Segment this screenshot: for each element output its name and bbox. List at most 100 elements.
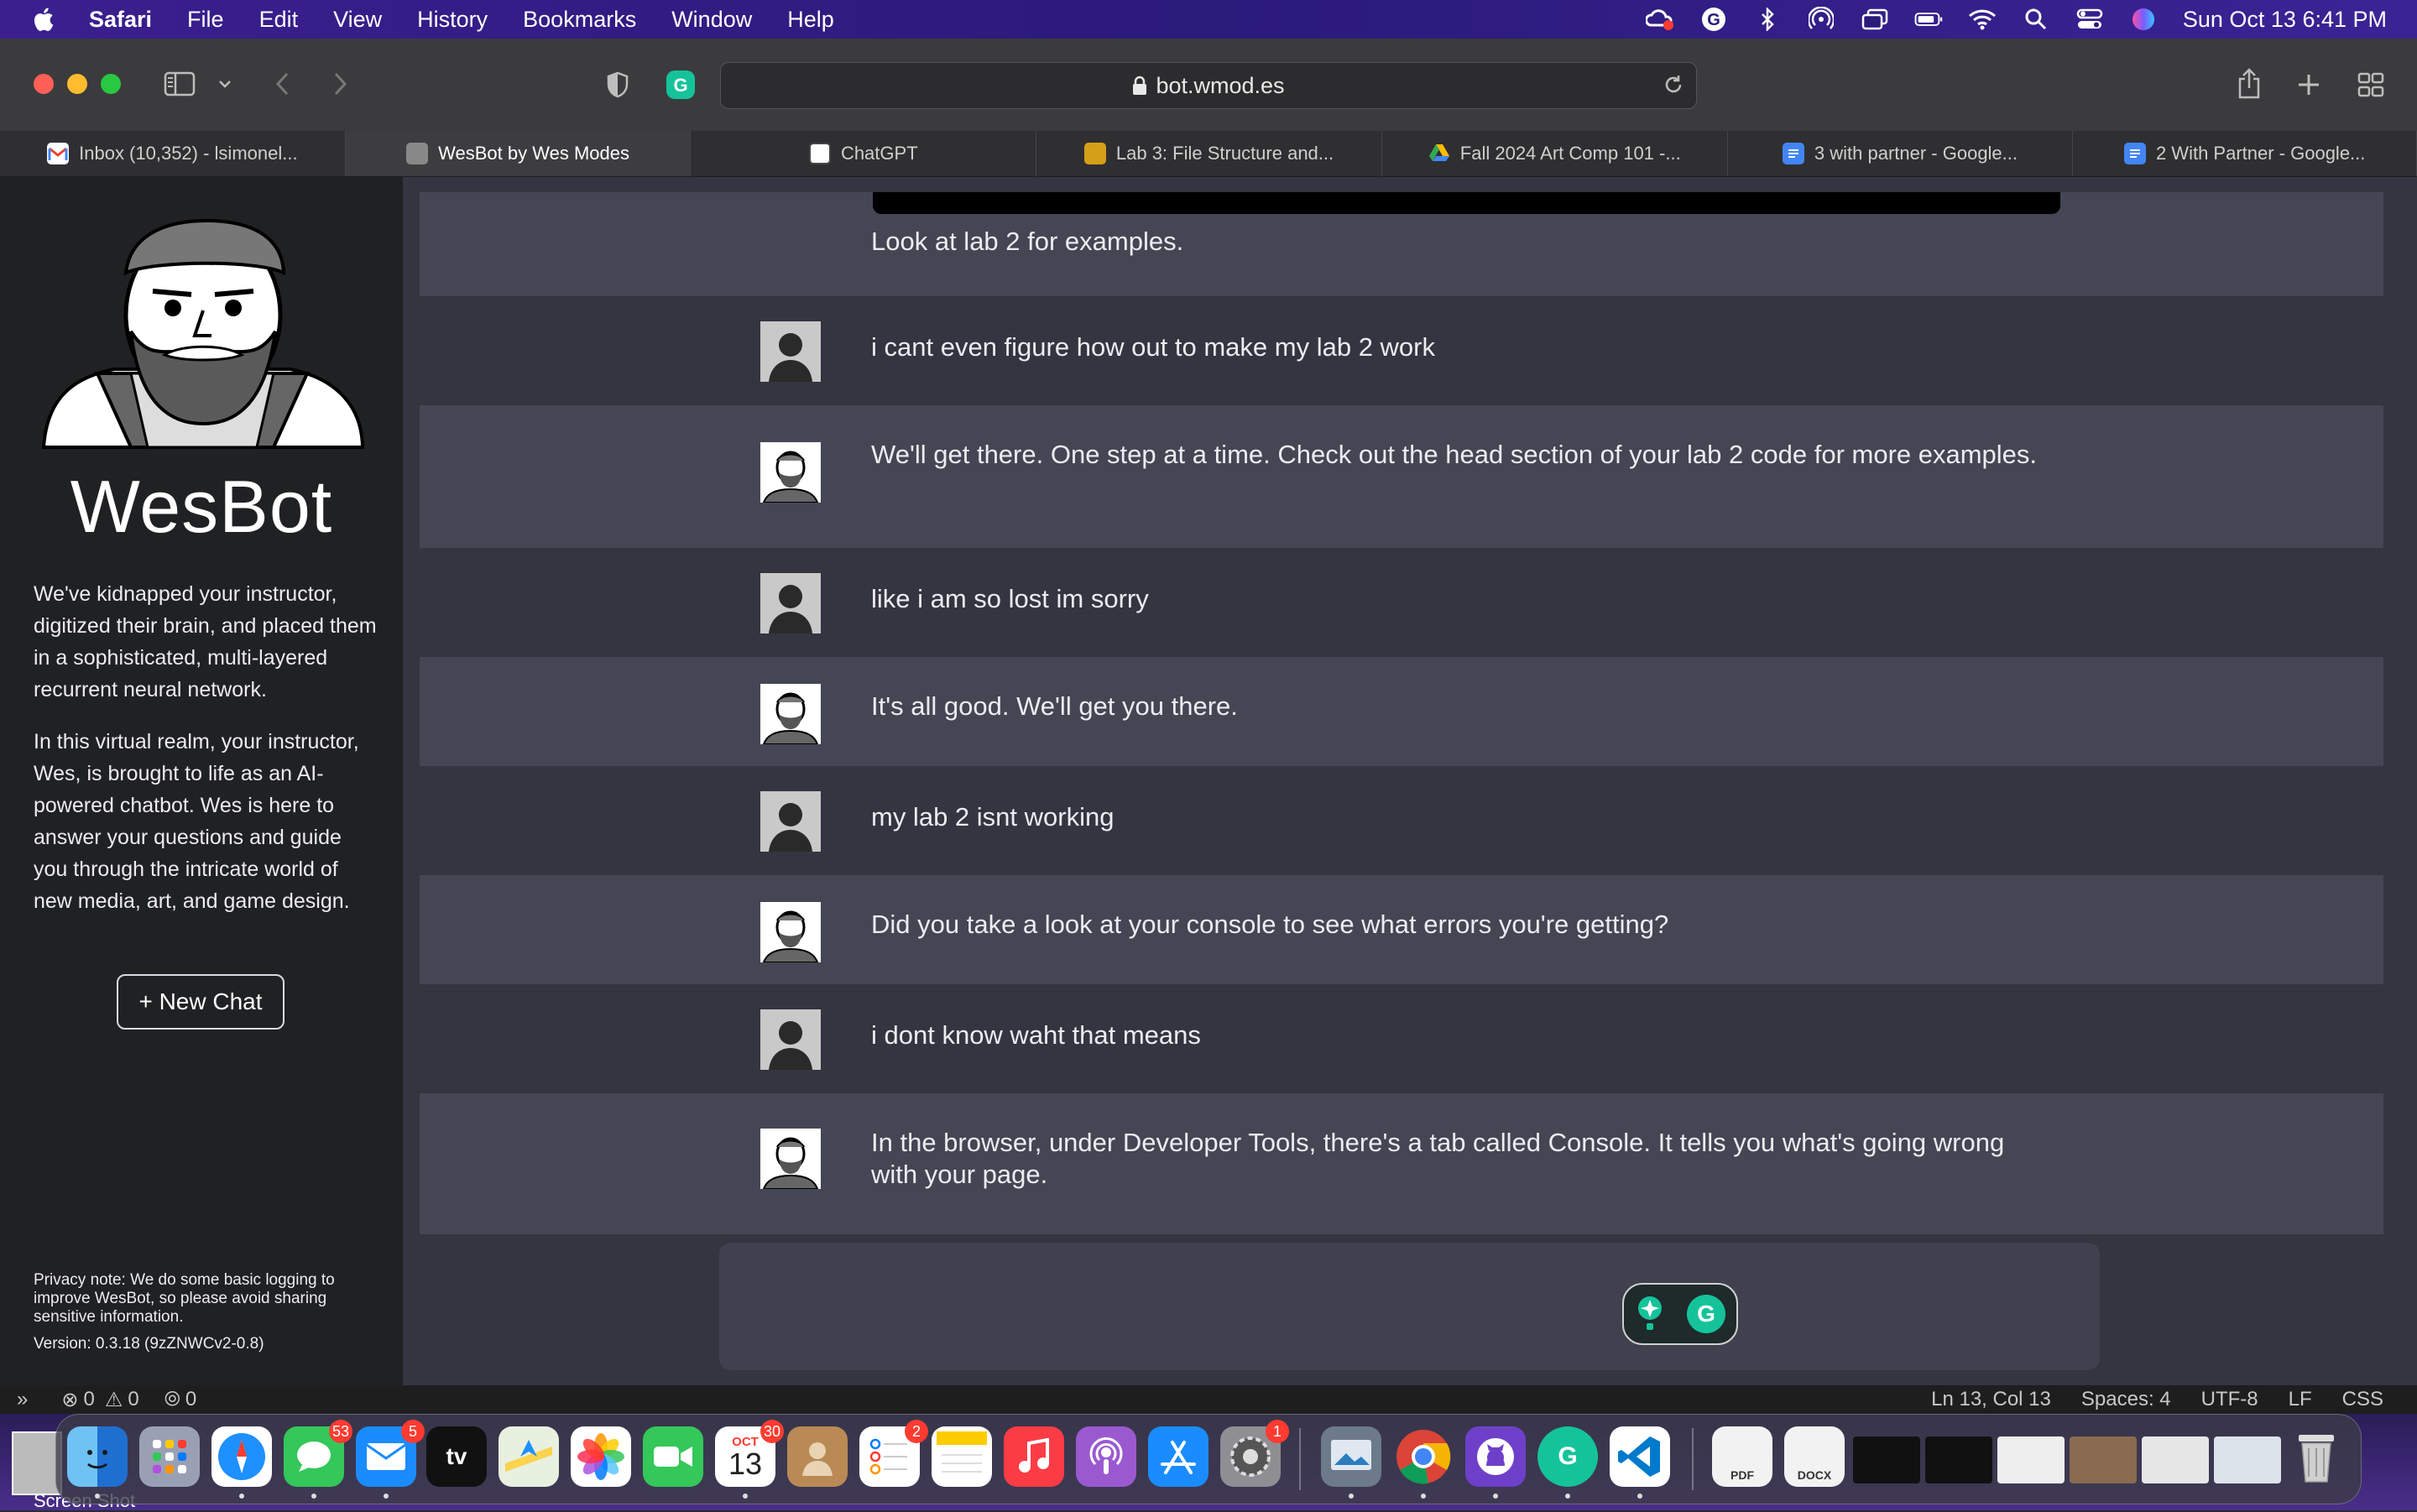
- back-arrow-icon[interactable]: [272, 70, 292, 97]
- app-store-icon[interactable]: [1148, 1426, 1208, 1487]
- grammarly-g-icon[interactable]: G: [1685, 1293, 1727, 1335]
- running-indicator: [1421, 1494, 1426, 1499]
- forward-arrow-icon[interactable]: [331, 70, 351, 97]
- indentation[interactable]: Spaces: 4: [2081, 1388, 2171, 1411]
- zoom-window-button[interactable]: [101, 74, 121, 94]
- close-window-button[interactable]: [34, 74, 54, 94]
- menubar-clock[interactable]: Sun Oct 13 6:41 PM: [2183, 7, 2387, 33]
- music-icon[interactable]: [1004, 1426, 1064, 1487]
- finder-icon[interactable]: [67, 1426, 128, 1487]
- tab-chatgpt[interactable]: ChatGPT: [691, 131, 1037, 176]
- github-desktop-icon[interactable]: [1465, 1426, 1526, 1487]
- address-bar[interactable]: bot.wmod.es: [720, 62, 1697, 109]
- calendar-icon[interactable]: OCT 13 30: [715, 1420, 784, 1487]
- lock-icon: [1132, 76, 1147, 96]
- messages-icon[interactable]: 53: [284, 1420, 352, 1487]
- menu-file[interactable]: File: [187, 7, 224, 33]
- chat-message-bot: In the browser, under Developer Tools, t…: [420, 1093, 2383, 1234]
- recent-window-thumbnail[interactable]: [1925, 1436, 1992, 1483]
- reload-icon[interactable]: [1663, 74, 1684, 96]
- creative-cloud-icon[interactable]: [1645, 7, 1674, 32]
- grammarly-app-icon[interactable]: G: [1537, 1426, 1598, 1487]
- recent-window-thumbnail[interactable]: [2142, 1436, 2209, 1483]
- facetime-icon[interactable]: [643, 1426, 703, 1487]
- menu-view[interactable]: View: [333, 7, 382, 33]
- new-tab-plus-icon[interactable]: [2294, 70, 2323, 99]
- ports-icon[interactable]: ⦾: [164, 1388, 180, 1411]
- warning-icon[interactable]: ⚠: [105, 1388, 123, 1412]
- tab-overview-icon[interactable]: [2357, 70, 2385, 99]
- vscode-icon[interactable]: [1610, 1426, 1670, 1487]
- safari-icon[interactable]: [211, 1426, 272, 1487]
- grammarly-widget[interactable]: G: [1622, 1283, 1738, 1345]
- apple-tv-icon[interactable]: tv: [426, 1426, 487, 1487]
- privacy-shield-icon[interactable]: [604, 70, 631, 99]
- wifi-icon[interactable]: [1968, 7, 1997, 32]
- warning-count: 0: [128, 1388, 139, 1410]
- tab-docs-2[interactable]: 2 With Partner - Google...: [2073, 131, 2417, 176]
- cursor-position[interactable]: Ln 13, Col 13: [1931, 1388, 2051, 1411]
- recent-window-thumbnail[interactable]: [2070, 1436, 2137, 1483]
- chrome-icon[interactable]: [1393, 1426, 1454, 1487]
- grammarly-assist-icon[interactable]: [1633, 1293, 1667, 1335]
- podcasts-icon[interactable]: [1076, 1426, 1136, 1487]
- contacts-icon[interactable]: [787, 1426, 848, 1487]
- maps-icon[interactable]: [499, 1426, 559, 1487]
- trash-icon[interactable]: [2286, 1426, 2347, 1487]
- new-chat-button[interactable]: + New Chat: [117, 974, 285, 1030]
- message-text: Did you take a look at your console to s…: [871, 910, 1669, 939]
- recent-window-thumbnail[interactable]: [2214, 1436, 2281, 1483]
- chevron-down-icon[interactable]: [217, 76, 233, 92]
- tab-drive[interactable]: Fall 2024 Art Comp 101 -...: [1382, 131, 1728, 176]
- launchpad-icon[interactable]: [139, 1426, 200, 1487]
- apple-icon[interactable]: [30, 6, 55, 33]
- code-block: [873, 192, 2060, 214]
- pdf-file-icon[interactable]: PDF: [1712, 1426, 1772, 1487]
- docs-icon: [2123, 143, 2146, 164]
- screenshot-file-thumbnail[interactable]: [12, 1431, 62, 1495]
- line-ending[interactable]: LF: [2289, 1388, 2312, 1411]
- notes-icon[interactable]: [932, 1426, 992, 1487]
- share-icon[interactable]: [2234, 67, 2264, 101]
- messages-badge: 53: [328, 1420, 352, 1443]
- grammarly-menu-icon[interactable]: G: [1699, 7, 1728, 32]
- tab-wesbot[interactable]: WesBot by Wes Modes: [345, 131, 692, 176]
- remote-icon[interactable]: »: [17, 1388, 28, 1411]
- screen-mirroring-icon[interactable]: [1861, 7, 1889, 32]
- menu-app-name[interactable]: Safari: [89, 7, 152, 33]
- menu-help[interactable]: Help: [787, 7, 834, 33]
- chat-message-bot: It's all good. We'll get you there.: [420, 657, 2383, 766]
- preview-icon[interactable]: [1321, 1426, 1381, 1487]
- airdrop-icon[interactable]: [1807, 7, 1835, 32]
- mail-icon[interactable]: 5: [356, 1420, 425, 1487]
- menu-bookmarks[interactable]: Bookmarks: [523, 7, 636, 33]
- error-icon[interactable]: ⊗: [61, 1388, 78, 1412]
- photos-icon[interactable]: [571, 1426, 631, 1487]
- recent-window-thumbnail[interactable]: [1997, 1436, 2065, 1483]
- file-encoding[interactable]: UTF-8: [2201, 1388, 2258, 1411]
- language-mode[interactable]: CSS: [2342, 1388, 2383, 1411]
- tab-gmail[interactable]: Inbox (10,352) - lsimonel...: [0, 131, 346, 176]
- docx-file-icon[interactable]: DOCX: [1784, 1426, 1845, 1487]
- tab-docs-3[interactable]: 3 with partner - Google...: [1728, 131, 2074, 176]
- control-center-icon[interactable]: [2075, 7, 2104, 32]
- spotlight-search-icon[interactable]: [2022, 7, 2050, 32]
- grammarly-extension-icon[interactable]: G: [665, 69, 697, 101]
- recent-window-thumbnail[interactable]: [1853, 1436, 1920, 1483]
- sidebar-toggle-icon[interactable]: [163, 70, 196, 97]
- tab-label: Inbox (10,352) - lsimonel...: [79, 143, 298, 164]
- reminders-icon[interactable]: 2: [859, 1420, 928, 1487]
- running-indicator: [239, 1494, 244, 1499]
- battery-icon[interactable]: [1914, 7, 1943, 32]
- tab-lab3[interactable]: Lab 3: File Structure and...: [1036, 131, 1382, 176]
- system-settings-icon[interactable]: 1: [1220, 1420, 1289, 1487]
- menu-window[interactable]: Window: [671, 7, 752, 33]
- bluetooth-icon[interactable]: [1753, 7, 1782, 32]
- menu-history[interactable]: History: [417, 7, 488, 33]
- tab-label: WesBot by Wes Modes: [438, 143, 629, 164]
- chat-message-bot: Did you take a look at your console to s…: [420, 875, 2383, 984]
- menu-edit[interactable]: Edit: [259, 7, 299, 33]
- siri-icon[interactable]: [2129, 7, 2158, 32]
- minimize-window-button[interactable]: [67, 74, 87, 94]
- message-input[interactable]: [719, 1243, 2100, 1370]
